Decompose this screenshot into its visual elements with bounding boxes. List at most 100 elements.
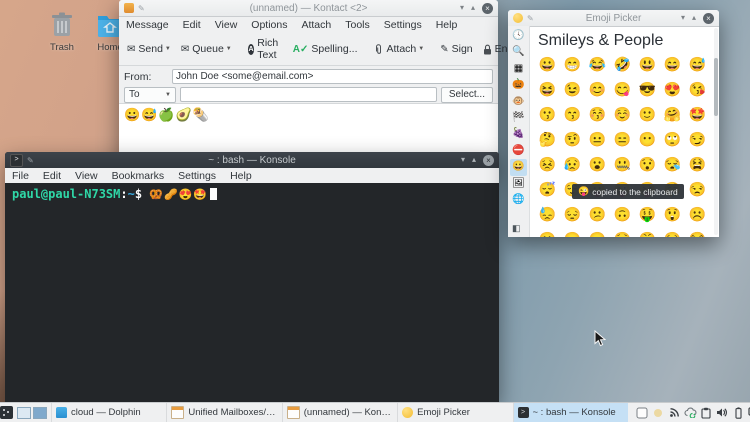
virtual-desktop-pager[interactable]	[13, 403, 51, 422]
emoji-cell[interactable]: 😟	[610, 227, 635, 237]
menu-item[interactable]: Settings	[171, 168, 223, 184]
emoji-cell[interactable]: 😖	[560, 227, 585, 237]
emoji-cell[interactable]: 😶	[635, 127, 660, 152]
recipient-type-dropdown[interactable]: To▼	[124, 87, 176, 103]
task-button-konsole[interactable]: > ~ : bash — Konsole	[513, 403, 628, 422]
emoji-category-icon[interactable]: 🍇	[510, 126, 527, 142]
minimize-button[interactable]: ▾	[681, 14, 685, 22]
menu-item[interactable]: File	[5, 168, 36, 184]
attach-button[interactable]: Attach▼	[370, 41, 429, 57]
emoji-cell[interactable]: 😉	[560, 77, 585, 102]
terminal-area[interactable]: paul@paul-N73SM:~$ 🥨🥜😍🤩	[5, 183, 499, 402]
emoji-cell[interactable]: 😊	[585, 77, 610, 102]
emoji-cell[interactable]: 😕	[585, 202, 610, 227]
emoji-cell[interactable]: 😮	[585, 152, 610, 177]
emoji-cell[interactable]: ☹️	[685, 202, 710, 227]
emoji-cell[interactable]: 🙄	[660, 127, 685, 152]
task-button-kontact-inbox[interactable]: Unified Mailboxes/Inbox — Ko...	[166, 403, 281, 422]
rich-text-button[interactable]: ARich Text	[244, 35, 287, 63]
maximize-button[interactable]: ▴	[472, 156, 476, 164]
emoji-cell[interactable]: 😴	[535, 177, 560, 202]
menu-item[interactable]: View	[208, 17, 245, 33]
emoji-cell[interactable]: 😫	[685, 152, 710, 177]
emoji-category-icon[interactable]: ▦	[510, 61, 527, 77]
desktop-2-thumbnail[interactable]	[33, 407, 47, 419]
menu-item[interactable]: Help	[223, 168, 259, 184]
emoji-cell[interactable]: 😘	[685, 77, 710, 102]
emoji-category-icon[interactable]: 🕓	[510, 28, 527, 44]
spelling-button[interactable]: A✓Spelling...	[289, 41, 362, 57]
emoji-cell[interactable]: 🙂	[635, 102, 660, 127]
feeds-icon[interactable]	[668, 406, 681, 419]
emoji-cell[interactable]: 😏	[685, 127, 710, 152]
blank-app-icon[interactable]	[636, 406, 649, 419]
menu-item[interactable]: Settings	[377, 17, 429, 33]
emoji-cell[interactable]: 😍	[660, 77, 685, 102]
clipboard-icon[interactable]	[700, 406, 713, 419]
emoji-cell[interactable]: 🤑	[635, 202, 660, 227]
desktop-1-thumbnail[interactable]	[17, 407, 31, 419]
emoji-cell[interactable]: 😗	[535, 102, 560, 127]
emoji-cell[interactable]: 😪	[660, 152, 685, 177]
task-button-emoji-picker[interactable]: Emoji Picker	[397, 403, 512, 422]
cloud-sync-icon[interactable]	[684, 406, 697, 419]
emoji-category-icon[interactable]: 🔍	[510, 44, 527, 60]
emoji-category-icon[interactable]: 🏁	[510, 110, 527, 126]
emoji-cell[interactable]: 😐	[585, 127, 610, 152]
emoji-cell[interactable]: 😂	[585, 52, 610, 77]
emoji-cell[interactable]: 😔	[560, 202, 585, 227]
emoji-cell[interactable]: 😀	[535, 52, 560, 77]
emoji-cell[interactable]: 🤐	[610, 152, 635, 177]
emoji-picker-titlebar[interactable]: ✎ Emoji Picker ▾ ▴ ×	[508, 10, 719, 27]
maximize-button[interactable]: ▴	[692, 14, 696, 22]
close-button[interactable]: ×	[482, 3, 493, 14]
emoji-cell[interactable]: 😲	[660, 202, 685, 227]
to-field[interactable]	[180, 87, 437, 102]
emoji-cell[interactable]: 😙	[560, 102, 585, 127]
emoji-cell[interactable]: 😑	[610, 127, 635, 152]
emoji-cell[interactable]: 😃	[635, 52, 660, 77]
minimize-button[interactable]: ▾	[460, 4, 464, 12]
emoji-category-icon[interactable]: 🖼	[510, 176, 527, 192]
emoji-cell[interactable]: 😢	[660, 227, 685, 237]
emoji-cell[interactable]: 😯	[635, 152, 660, 177]
scrollbar[interactable]	[714, 28, 718, 235]
menu-item[interactable]: Edit	[36, 168, 68, 184]
menu-item[interactable]: Bookmarks	[105, 168, 172, 184]
emoji-cell[interactable]: 😋	[610, 77, 635, 102]
from-field[interactable]: John Doe <some@email.com>	[172, 69, 493, 84]
app-launcher-button[interactable]	[0, 403, 13, 422]
emoji-cell[interactable]: 😆	[535, 77, 560, 102]
emoji-category-icon[interactable]: 😀	[510, 159, 527, 175]
emoji-category-icon[interactable]: ⛔	[510, 143, 527, 159]
emoji-cell[interactable]: 😅	[685, 52, 710, 77]
emoji-cell[interactable]: 😞	[585, 227, 610, 237]
minimize-button[interactable]: ▾	[461, 156, 465, 164]
emoji-cell[interactable]: 😭	[685, 227, 710, 237]
emoji-cell[interactable]: 😤	[635, 227, 660, 237]
emoji-category-icon[interactable]: 🌐	[510, 192, 527, 208]
emoji-cell[interactable]: 🙃	[610, 202, 635, 227]
send-button[interactable]: ✉Send▼	[123, 41, 175, 57]
emoji-category-icon[interactable]: 🎃	[510, 77, 527, 93]
scrollbar-thumb[interactable]	[714, 58, 718, 116]
emoji-cell[interactable]: 😣	[535, 152, 560, 177]
emoji-cell[interactable]: 😚	[585, 102, 610, 127]
select-recipients-button[interactable]: Select...	[441, 87, 493, 103]
emoji-cell[interactable]: 🤗	[660, 102, 685, 127]
menu-item[interactable]: Edit	[176, 17, 208, 33]
emoji-cell[interactable]: 😎	[635, 77, 660, 102]
battery-icon[interactable]	[732, 406, 745, 419]
menu-item[interactable]: Attach	[294, 17, 338, 33]
emoji-cell[interactable]: 🤔	[535, 127, 560, 152]
close-button[interactable]: ×	[703, 13, 714, 24]
menu-item[interactable]: Options	[244, 17, 294, 33]
emoji-cell[interactable]: 🙁	[535, 227, 560, 237]
emoji-cell[interactable]: 😄	[660, 52, 685, 77]
menu-item[interactable]: View	[68, 168, 105, 184]
status-dot-icon[interactable]	[652, 406, 665, 419]
sidebar-toggle-icon[interactable]: ◧	[512, 223, 521, 234]
emoji-cell[interactable]: 😥	[560, 152, 585, 177]
emoji-cell[interactable]: 🤩	[685, 102, 710, 127]
maximize-button[interactable]: ▴	[471, 4, 475, 12]
